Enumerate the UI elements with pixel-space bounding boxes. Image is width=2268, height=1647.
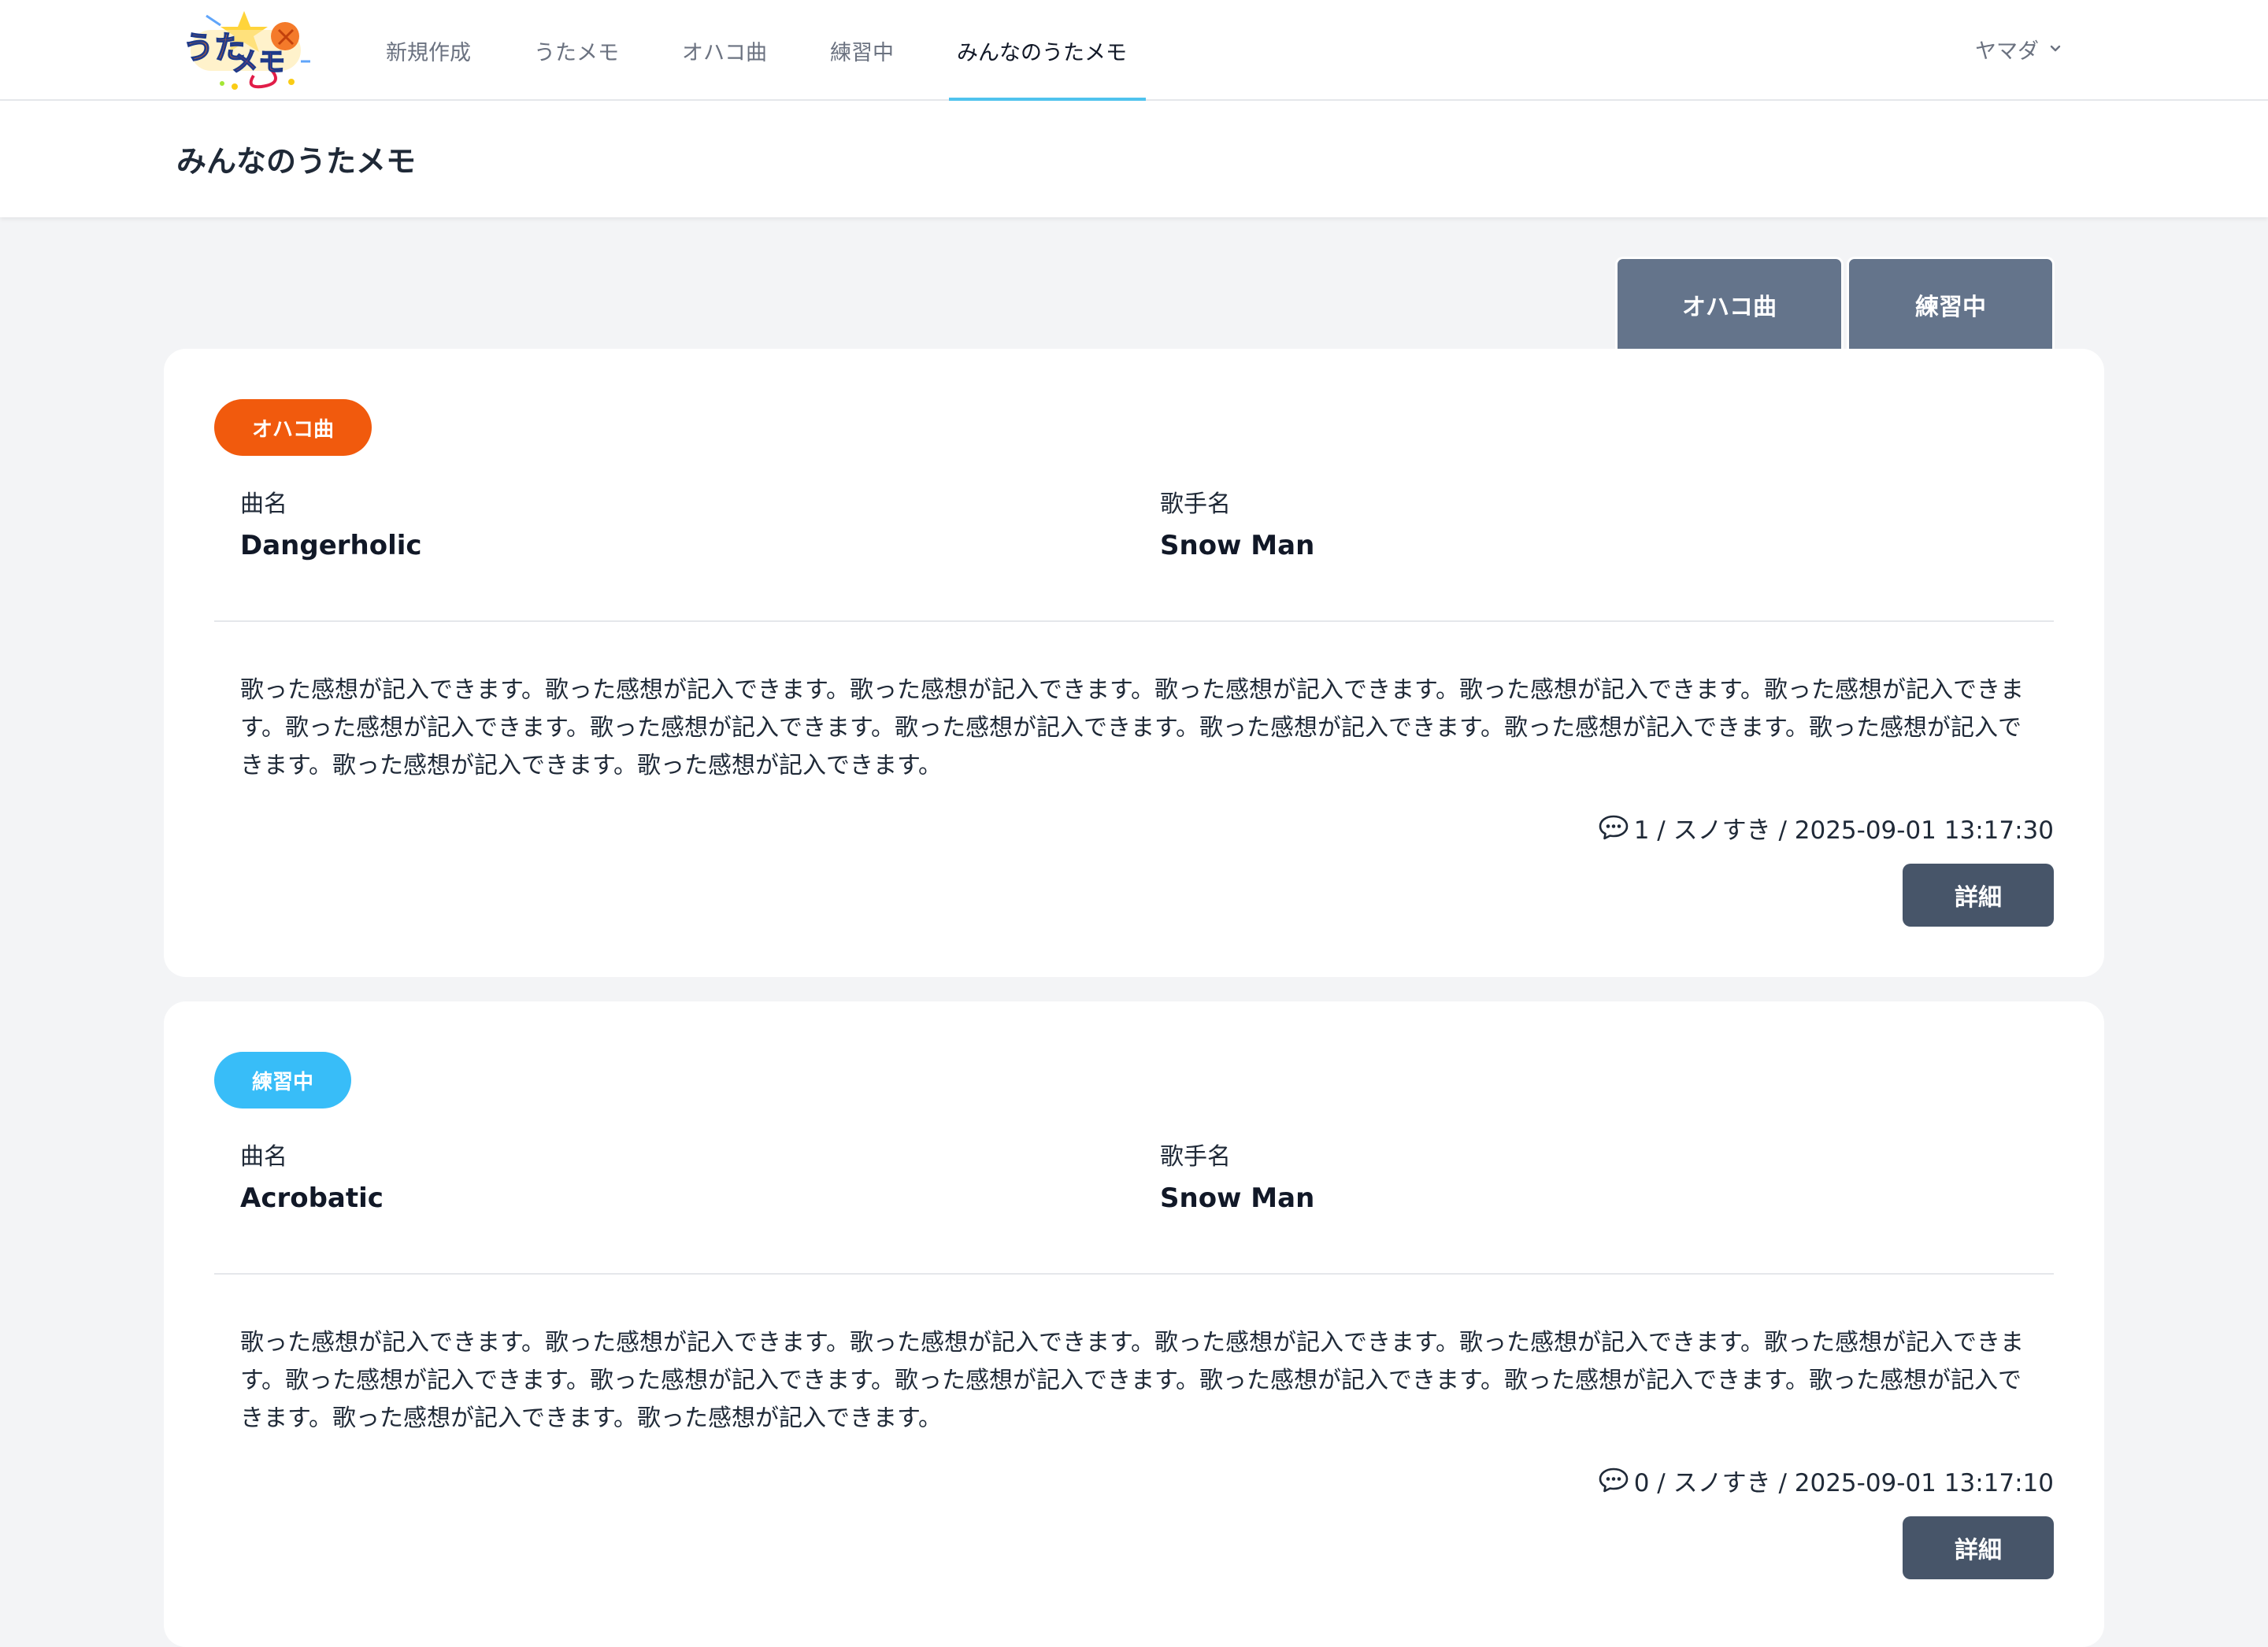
detail-button[interactable]: 詳細 <box>1903 1516 2054 1579</box>
filter-tab-ohako[interactable]: オハコ曲 <box>1615 257 1844 350</box>
post-meta: 0 / スノすき / 2025-09-01 13:17:10 <box>1598 1464 2054 1497</box>
memo-card: 練習中 曲名 Acrobatic 歌手名 Snow Man 歌った感想が記入でき… <box>164 1001 2104 1647</box>
song-title: Dangerholic <box>240 530 422 561</box>
main-nav: 新規作成 うたメモ オハコ曲 練習中 みんなのうたメモ <box>367 0 1171 101</box>
top-navigation-bar: うた メモ 新規作成 うたメモ オハコ曲 練習中 みんなのうたメモ ヤマダ <box>0 0 2268 101</box>
memo-card: オハコ曲 曲名 Dangerholic 歌手名 Snow Man 歌った感想が記… <box>164 349 2104 977</box>
nav-new[interactable]: 新規作成 <box>367 0 490 101</box>
comment-icon <box>1598 1467 1629 1493</box>
chevron-down-icon <box>2048 37 2062 61</box>
comment-icon <box>1598 814 1629 841</box>
filter-tabs: オハコ曲 練習中 <box>1615 257 2055 350</box>
artist-label: 歌手名 <box>1160 490 1231 518</box>
nav-utamemo[interactable]: うたメモ <box>515 0 638 101</box>
filter-tab-practice[interactable]: 練習中 <box>1847 257 2055 350</box>
artist-label: 歌手名 <box>1160 1143 1231 1171</box>
song-title: Acrobatic <box>240 1183 384 1214</box>
svg-text:メモ: メモ <box>232 46 285 78</box>
song-label: 曲名 <box>240 1143 287 1171</box>
song-label: 曲名 <box>240 490 287 518</box>
user-menu[interactable]: ヤマダ <box>1975 33 2062 65</box>
divider <box>214 1273 2054 1275</box>
artist-name: Snow Man <box>1160 530 1315 561</box>
status-badge: 練習中 <box>214 1052 352 1108</box>
meta-text: 0 / スノすき / 2025-09-01 13:17:10 <box>1633 1468 2054 1497</box>
artist-name: Snow Man <box>1160 1183 1315 1214</box>
user-name: ヤマダ <box>1975 39 2039 64</box>
post-meta: 1 / スノすき / 2025-09-01 13:17:30 <box>1598 812 2054 845</box>
nav-practice[interactable]: 練習中 <box>811 0 913 101</box>
app-logo[interactable]: うた メモ <box>175 5 313 96</box>
memo-text: 歌った感想が記入できます。歌った感想が記入できます。歌った感想が記入できます。歌… <box>240 1329 2024 1432</box>
page-header: みんなのうたメモ <box>0 101 2268 217</box>
detail-button[interactable]: 詳細 <box>1903 864 2054 927</box>
page-title: みんなのうたメモ <box>176 144 417 179</box>
meta-text: 1 / スノすき / 2025-09-01 13:17:30 <box>1633 816 2054 845</box>
memo-text: 歌った感想が記入できます。歌った感想が記入できます。歌った感想が記入できます。歌… <box>240 676 2024 779</box>
nav-ohako[interactable]: オハコ曲 <box>663 0 786 101</box>
divider <box>214 620 2054 622</box>
status-badge: オハコ曲 <box>214 399 372 456</box>
nav-everyone-utamemo[interactable]: みんなのうたメモ <box>938 0 1146 101</box>
